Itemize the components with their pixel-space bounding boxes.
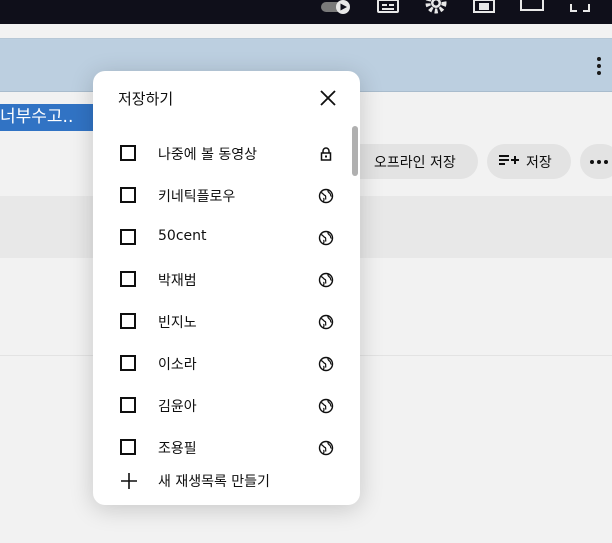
save-to-playlist-dialog: 저장하기 나중에 볼 동영상 키네틱플로우 50cent 박재범 빈지노 이소라… (93, 71, 360, 505)
playlist-checkbox[interactable] (120, 313, 136, 329)
playlist-checkbox[interactable] (120, 439, 136, 455)
globe-icon (318, 272, 334, 288)
globe-icon (318, 188, 334, 204)
playlist-list: 나중에 볼 동영상 키네틱플로우 50cent 박재범 빈지노 이소라 김윤아 … (93, 133, 360, 463)
create-playlist-button[interactable]: 새 재생목록 만들기 (93, 467, 360, 495)
playlist-item[interactable]: 키네틱플로우 (93, 175, 360, 217)
playlist-item[interactable]: 50cent (93, 217, 360, 259)
close-button[interactable] (317, 87, 339, 109)
more-horizontal-icon (590, 159, 608, 164)
playlist-checkbox[interactable] (120, 187, 136, 203)
playlist-label: 박재범 (158, 273, 197, 289)
playlist-label: 50cent (158, 228, 207, 244)
playlist-add-icon (499, 153, 519, 171)
playlist-item[interactable]: 나중에 볼 동영상 (93, 133, 360, 175)
more-actions-button[interactable] (580, 144, 612, 179)
playlist-checkbox[interactable] (120, 397, 136, 413)
subtitles-icon[interactable] (376, 0, 400, 14)
close-icon (320, 90, 336, 106)
playlist-label: 이소라 (158, 357, 197, 373)
dialog-title: 저장하기 (118, 90, 174, 108)
playlist-label: 빈지노 (158, 315, 197, 331)
miniplayer-icon[interactable] (472, 0, 496, 14)
save-label: 저장 (526, 154, 552, 171)
create-playlist-label: 새 재생목록 만들기 (158, 474, 270, 490)
playlist-checkbox[interactable] (120, 271, 136, 287)
globe-icon (318, 314, 334, 330)
playlist-label: 김윤아 (158, 399, 197, 415)
playlist-item[interactable]: 이소라 (93, 343, 360, 385)
playlist-label: 나중에 볼 동영상 (158, 147, 258, 163)
save-button[interactable]: 저장 (487, 144, 571, 179)
playlist-checkbox[interactable] (120, 229, 136, 245)
playlist-item[interactable]: 박재범 (93, 259, 360, 301)
globe-icon (318, 440, 334, 456)
settings-gear-icon[interactable] (424, 0, 448, 14)
globe-icon (318, 398, 334, 414)
plus-icon (120, 472, 138, 494)
playlist-item[interactable]: 김윤아 (93, 385, 360, 427)
playlist-label: 조용필 (158, 441, 197, 457)
lock-icon (318, 146, 334, 162)
playlist-item[interactable]: 조용필 (93, 427, 360, 463)
offline-save-label: 오프라인 저장 (374, 154, 456, 171)
globe-icon (318, 356, 334, 372)
video-title-selection: 너부수고.. (0, 104, 96, 131)
playlist-checkbox[interactable] (120, 355, 136, 371)
playlist-label: 키네틱플로우 (158, 189, 236, 205)
globe-icon (318, 230, 334, 246)
more-options-icon[interactable] (596, 57, 602, 75)
theater-mode-icon[interactable] (519, 0, 545, 14)
playlist-item[interactable]: 빈지노 (93, 301, 360, 343)
fullscreen-icon[interactable] (568, 0, 592, 14)
list-scrollbar[interactable] (352, 126, 358, 176)
autoplay-toggle-icon[interactable] (318, 0, 356, 14)
playlist-checkbox[interactable] (120, 145, 136, 161)
player-control-bar (0, 0, 612, 24)
